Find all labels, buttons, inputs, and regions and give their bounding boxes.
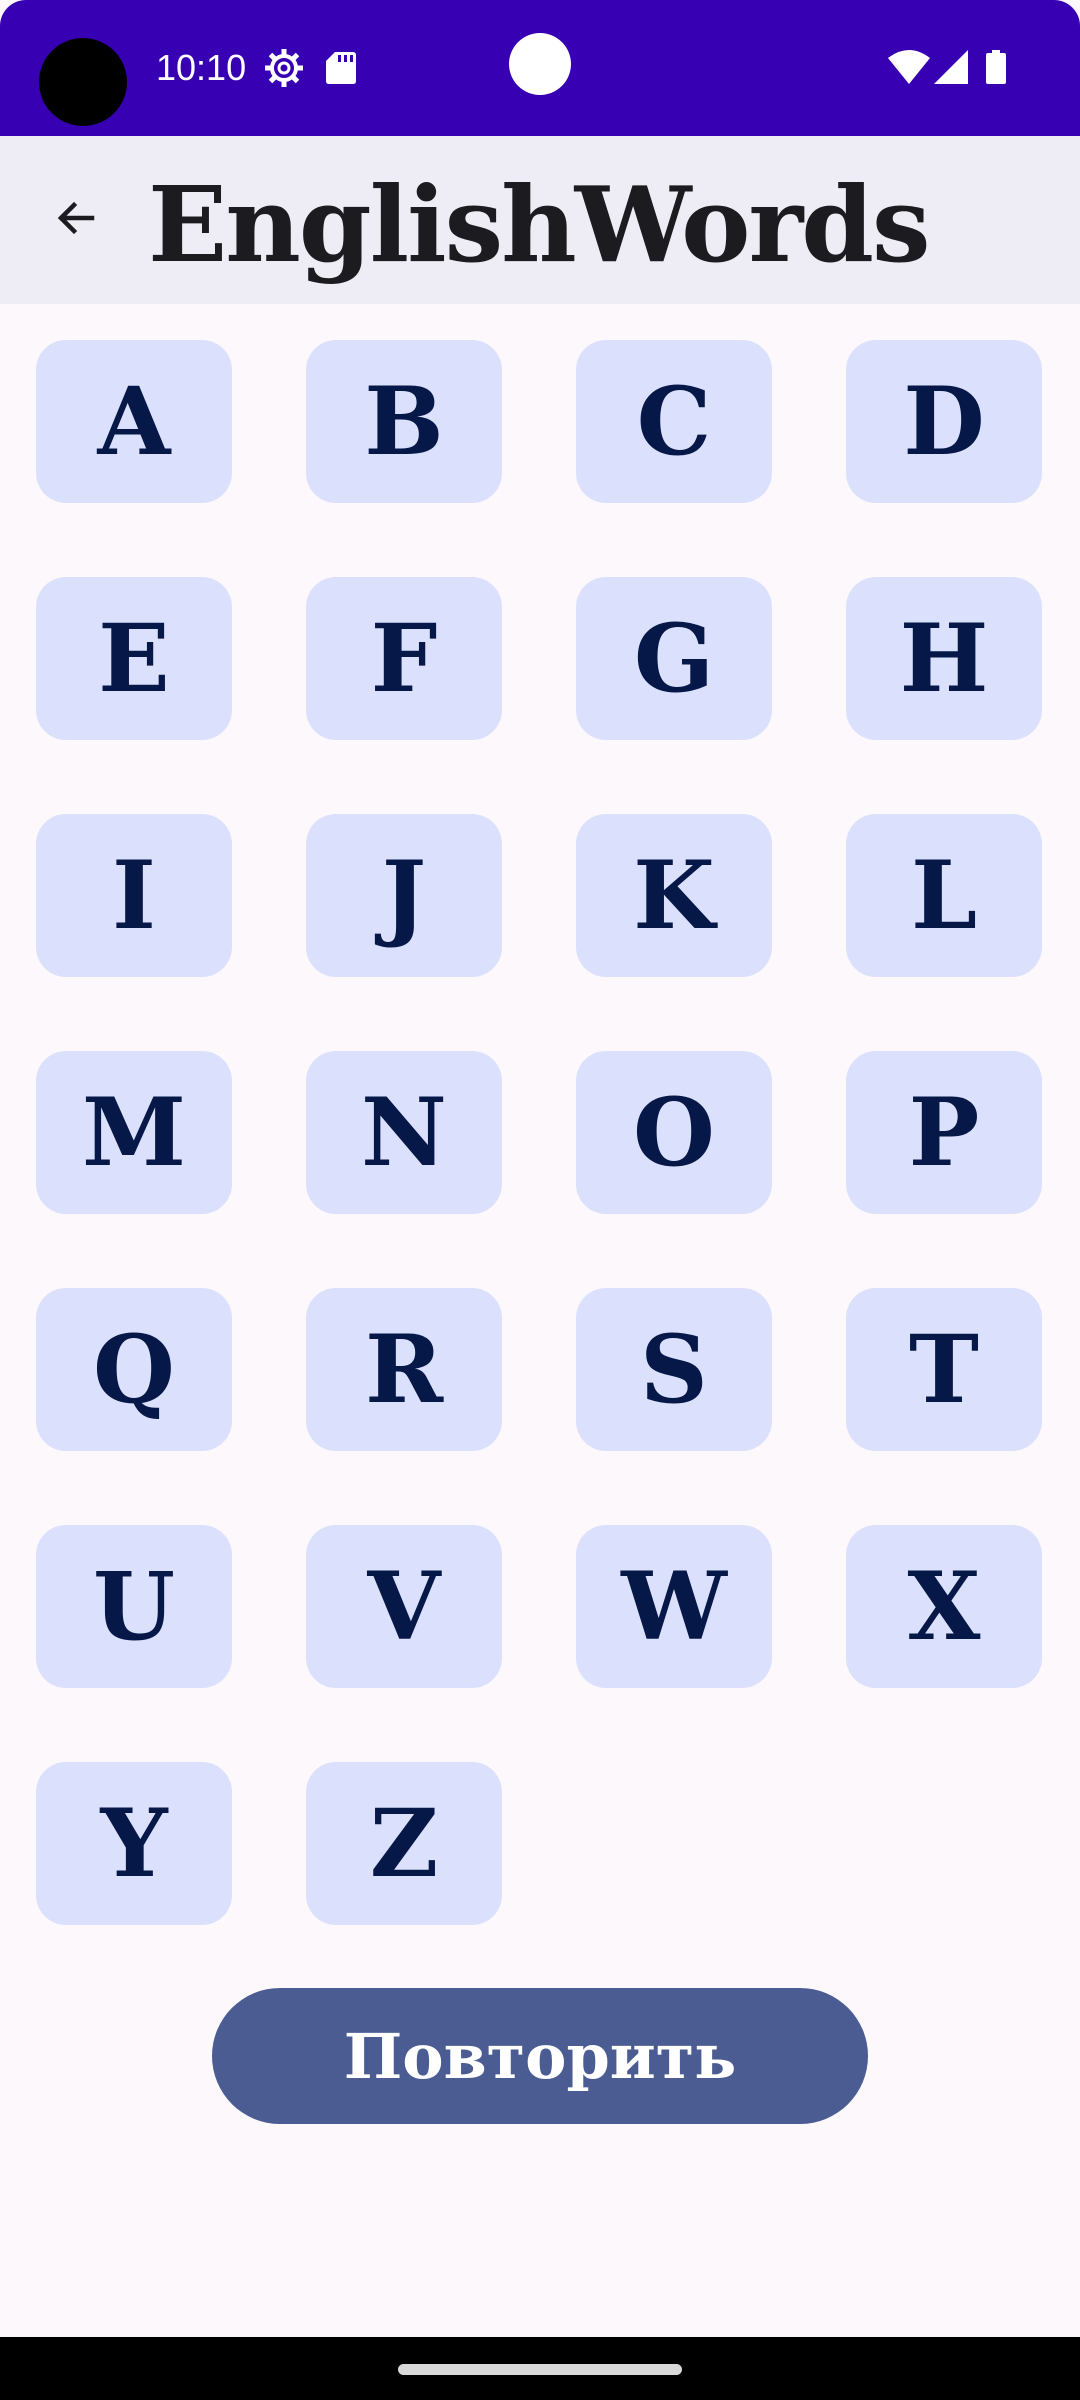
camera-cutout: [39, 38, 127, 126]
letter-button-c[interactable]: C: [576, 340, 772, 503]
letter-button-i[interactable]: I: [36, 814, 232, 977]
front-camera-dot: [509, 33, 571, 95]
letter-button-x[interactable]: X: [846, 1525, 1042, 1688]
letter-label: O: [633, 1077, 715, 1188]
home-indicator[interactable]: [398, 2364, 682, 2375]
letter-button-l[interactable]: L: [846, 814, 1042, 977]
letter-button-f[interactable]: F: [306, 577, 502, 740]
letter-label: H: [899, 603, 989, 714]
letter-label: R: [364, 1314, 444, 1425]
letter-label: L: [910, 840, 978, 951]
letter-label: V: [367, 1551, 441, 1662]
repeat-button[interactable]: Повторить: [212, 1988, 868, 2124]
letter-button-g[interactable]: G: [576, 577, 772, 740]
letter-button-n[interactable]: N: [306, 1051, 502, 1214]
letter-button-o[interactable]: O: [576, 1051, 772, 1214]
letter-label: F: [370, 603, 438, 714]
letter-label: C: [636, 366, 712, 477]
letter-label: E: [98, 603, 170, 714]
cellular-signal-icon: [934, 50, 968, 84]
letter-label: G: [633, 603, 715, 714]
letter-label: B: [364, 366, 444, 477]
letter-button-b[interactable]: B: [306, 340, 502, 503]
letter-button-s[interactable]: S: [576, 1288, 772, 1451]
letter-label: T: [909, 1314, 979, 1425]
letter-label: K: [633, 840, 715, 951]
settings-gear-icon: [265, 49, 303, 87]
letter-label: X: [907, 1551, 981, 1662]
letter-button-u[interactable]: U: [36, 1525, 232, 1688]
letter-button-k[interactable]: K: [576, 814, 772, 977]
letter-button-m[interactable]: M: [36, 1051, 232, 1214]
letter-button-j[interactable]: J: [306, 814, 502, 977]
letter-label: N: [361, 1077, 447, 1188]
letter-button-t[interactable]: T: [846, 1288, 1042, 1451]
letter-button-p[interactable]: P: [846, 1051, 1042, 1214]
letter-button-v[interactable]: V: [306, 1525, 502, 1688]
letter-button-w[interactable]: W: [576, 1525, 772, 1688]
letter-grid: A B C D E F G H I J K L M N O P Q R S T U V W X Y Z: [36, 340, 1044, 1925]
app-title: EnglishWords: [148, 163, 931, 286]
letter-button-z[interactable]: Z: [306, 1762, 502, 1925]
letter-label: Y: [100, 1788, 168, 1899]
letter-label: Q: [93, 1314, 175, 1425]
status-bar: 10:10: [0, 0, 1080, 136]
letter-label: P: [908, 1077, 980, 1188]
letter-button-r[interactable]: R: [306, 1288, 502, 1451]
status-time: 10:10: [156, 47, 247, 88]
wifi-icon: [888, 50, 930, 84]
letter-label: A: [97, 366, 171, 477]
letter-button-a[interactable]: A: [36, 340, 232, 503]
battery-icon: [986, 50, 1006, 84]
letter-label: U: [93, 1551, 175, 1662]
letter-label: M: [81, 1077, 187, 1188]
letter-button-y[interactable]: Y: [36, 1762, 232, 1925]
letter-label: D: [903, 366, 985, 477]
letter-label: Z: [369, 1788, 439, 1899]
letter-button-q[interactable]: Q: [36, 1288, 232, 1451]
back-button[interactable]: [38, 180, 114, 256]
letter-button-h[interactable]: H: [846, 577, 1042, 740]
sd-card-icon: [326, 52, 356, 84]
letter-label: I: [112, 840, 156, 951]
arrow-back-icon: [57, 201, 95, 235]
letter-button-d[interactable]: D: [846, 340, 1042, 503]
repeat-button-label: Повторить: [343, 2019, 737, 2093]
letter-label: J: [381, 840, 427, 951]
letter-label: W: [621, 1551, 727, 1662]
letter-button-e[interactable]: E: [36, 577, 232, 740]
letter-label: S: [640, 1314, 708, 1425]
